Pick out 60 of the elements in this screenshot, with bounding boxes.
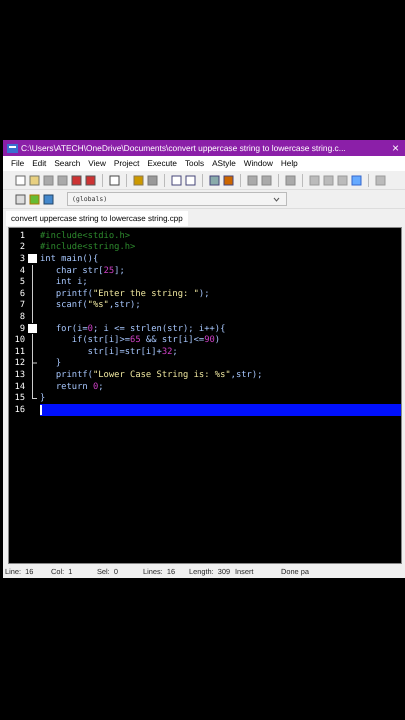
line-number: 3 [18, 254, 25, 264]
line-number: 2 [18, 242, 25, 252]
line-number: 16 [14, 404, 25, 415]
code-line: return 0; [54, 382, 104, 392]
code-editor[interactable] [8, 227, 402, 564]
toolbar-icon[interactable] [85, 174, 96, 186]
line-number: 4 [18, 266, 25, 276]
code-line: if(str[i]>=65 && str[i]<=90) [70, 335, 220, 346]
menu-item[interactable]: Search [50, 159, 84, 168]
toolbar-icon[interactable] [71, 174, 82, 186]
menu-item[interactable]: File [7, 159, 28, 168]
line-number: 10 [14, 335, 25, 346]
menu-item[interactable]: Execute [143, 159, 181, 168]
code-line: scanf("%s",str); [54, 300, 141, 310]
toolbar-icon[interactable] [109, 174, 120, 186]
menu-item[interactable]: Window [240, 159, 277, 168]
toolbar-icon[interactable] [185, 174, 196, 186]
menu-item[interactable]: View [84, 159, 110, 168]
window-title: C:\Users\ATECH\OneDrive\Documents\convert uppercase string to lowercase string.c... [21, 143, 347, 153]
toolbar-icon[interactable] [351, 174, 362, 186]
toolbar-icon[interactable] [15, 174, 26, 186]
text-cursor [40, 404, 42, 415]
menu-item[interactable]: AStyle [208, 159, 240, 168]
fold-marker-icon[interactable] [28, 324, 37, 334]
code-line: printf("Lower Case String is: %s",str); [54, 370, 262, 380]
toolbar-icon[interactable] [223, 174, 234, 186]
code-line: printf("Enter the string: "); [54, 288, 210, 299]
code-line: #include<stdio.h> [40, 230, 130, 241]
toolbar-icon[interactable] [43, 194, 54, 204]
menu-item[interactable]: Project [110, 159, 144, 168]
toolbar-icon[interactable] [171, 174, 182, 186]
code-line: int main(){ [40, 254, 98, 264]
fold-end-icon [32, 392, 37, 400]
toolbar-icon[interactable] [209, 174, 220, 186]
code-line: for(i=0; i <= strlen(str); i++){ [54, 324, 226, 334]
line-number: 8 [18, 312, 25, 322]
fold-marker-icon[interactable] [28, 254, 37, 264]
toolbar-icon[interactable] [15, 194, 26, 204]
close-button[interactable]: × [386, 141, 405, 155]
menu-item[interactable]: Help [276, 159, 302, 168]
code-line: char str[25]; [54, 266, 125, 276]
line-number: 15 [14, 393, 25, 404]
menu-item[interactable]: Tools [180, 159, 208, 168]
file-tab[interactable]: convert uppercase string to lowercase string.cpp [6, 211, 188, 226]
line-number: 12 [14, 358, 25, 368]
line-number: 11 [14, 346, 25, 357]
line-number: 7 [18, 300, 25, 310]
code-line: } [54, 358, 62, 368]
code-line: #include<string.h> [40, 242, 136, 252]
line-number: 1 [18, 230, 25, 241]
code-line: } [40, 393, 46, 404]
line-number: 5 [18, 277, 25, 288]
line-number: 13 [14, 370, 25, 380]
app-icon [7, 142, 18, 154]
line-number: 14 [14, 382, 25, 392]
menu-item[interactable]: Edit [28, 159, 50, 168]
code-line: str[i]=str[i]+32; [86, 346, 178, 357]
line-number: 6 [18, 288, 25, 299]
code-line: int i; [54, 277, 88, 288]
line-number: 9 [18, 324, 25, 334]
